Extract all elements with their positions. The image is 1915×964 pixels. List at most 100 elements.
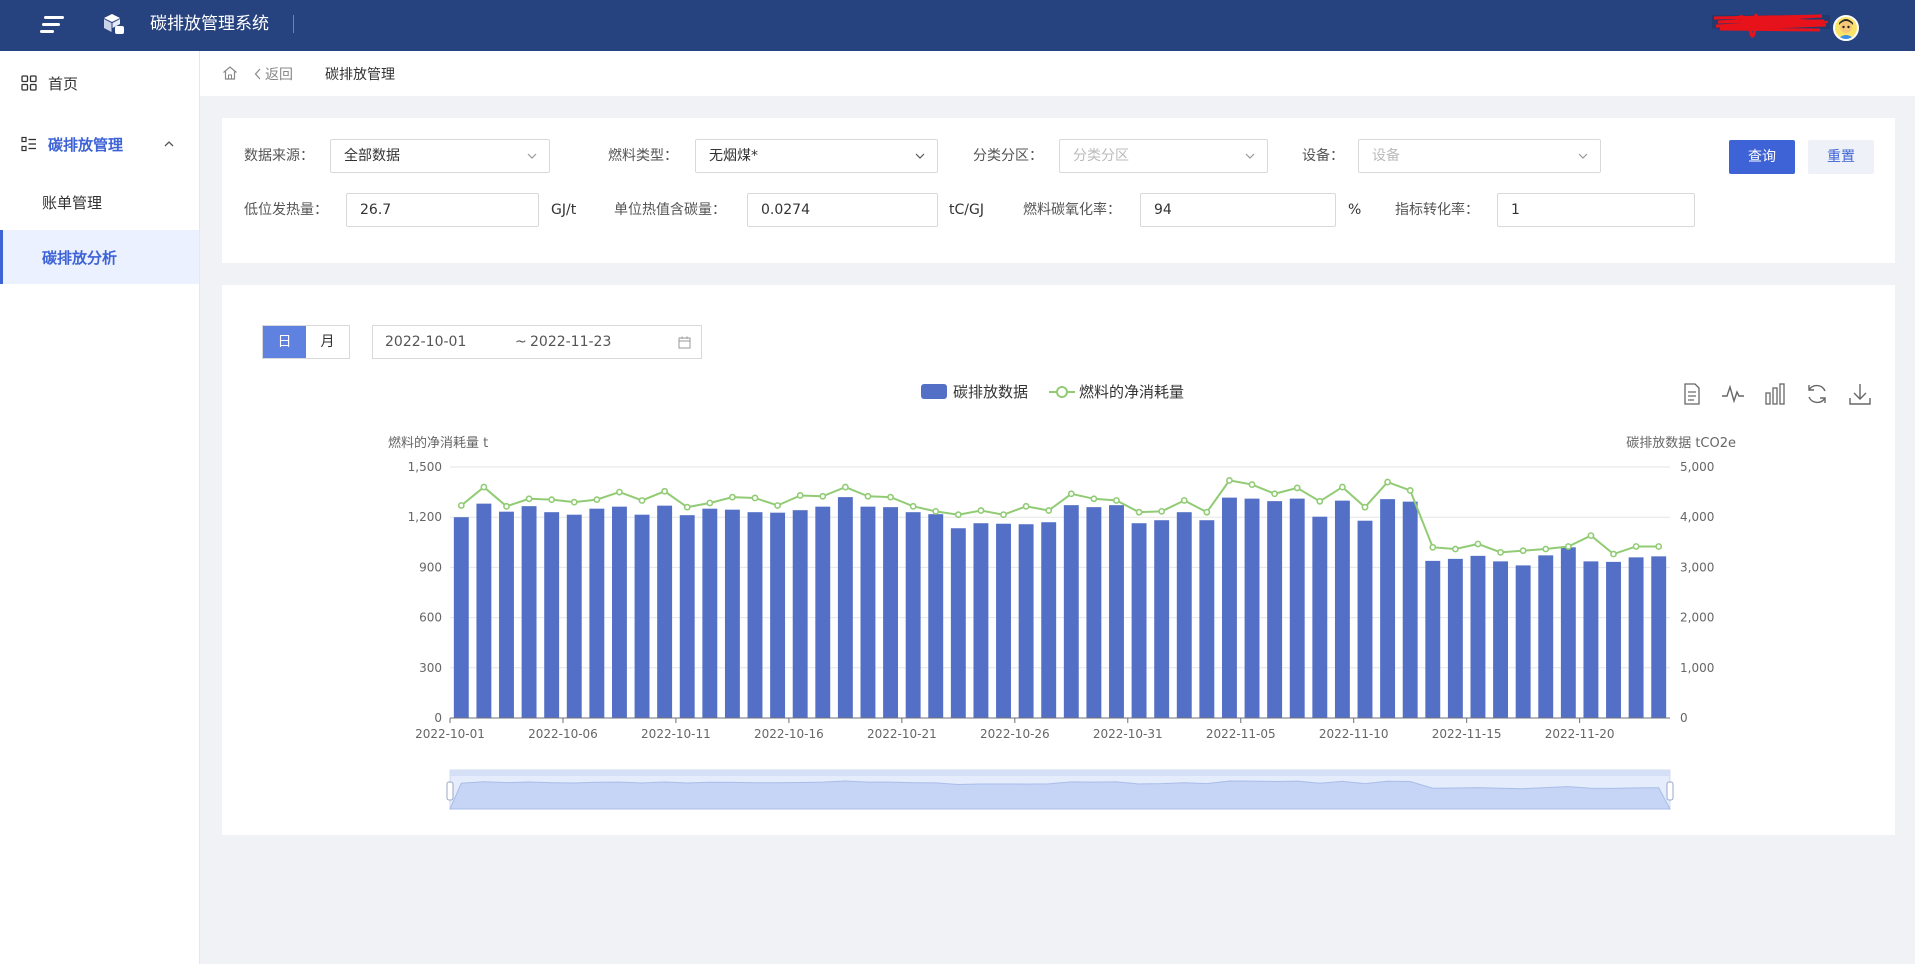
bar [1244, 498, 1260, 718]
line-point [1451, 545, 1459, 553]
sidebar-group-carbon[interactable]: 碳排放管理 [0, 117, 199, 171]
zone-select[interactable]: 分类分区 [1059, 139, 1268, 173]
sidebar-item-label: 首页 [48, 74, 79, 93]
x-tick-label: 2022-11-15 [1432, 727, 1502, 741]
line-point [1203, 508, 1211, 516]
line-point [887, 493, 894, 501]
y-left-tick-label: 300 [419, 661, 442, 675]
carbon-unit: tC/GJ [949, 202, 984, 218]
source-select-value: 全部数据 [344, 148, 400, 164]
bar [453, 517, 469, 718]
line-point [1339, 483, 1346, 491]
bar [521, 506, 537, 718]
bar [1018, 524, 1034, 718]
line-point [1226, 476, 1233, 484]
y-right-tick-label: 5,000 [1680, 460, 1714, 474]
bar [1267, 501, 1283, 718]
back-link[interactable]: 返回 [254, 64, 293, 84]
bar [1560, 547, 1576, 718]
reset-button[interactable]: 重置 [1808, 140, 1874, 174]
combo-chart: 0 0 300 1,000 600 2,000 900 3,000 1,200 4,000 1,50… [388, 435, 1736, 810]
lhv-input[interactable]: 26.7 [346, 193, 539, 227]
x-tick-label: 2022-10-16 [754, 727, 824, 741]
y-right-tick-label: 1,000 [1680, 661, 1714, 675]
line-point [570, 498, 578, 506]
menu-toggle-icon[interactable] [40, 14, 66, 36]
bar [1651, 556, 1667, 718]
line-point [683, 503, 691, 511]
carbon-input[interactable]: 0.0274 [747, 193, 938, 227]
fuel-label: 燃料类型： [608, 148, 678, 164]
line-point [1000, 511, 1007, 519]
x-tick-label: 2022-10-01 [415, 727, 485, 741]
bar [1447, 558, 1463, 718]
bar [905, 512, 921, 718]
bar [792, 510, 808, 718]
sidebar-item-home[interactable]: 首页 [0, 56, 199, 110]
title-divider [293, 15, 294, 33]
oxidation-input[interactable]: 94 [1140, 193, 1336, 227]
line-point [819, 492, 827, 500]
redacted-username [1712, 13, 1830, 38]
bar [1425, 560, 1441, 718]
bar [611, 506, 627, 718]
grid-icon [21, 75, 37, 91]
line-point [1045, 507, 1053, 514]
bar [1289, 498, 1305, 718]
chevron-down-icon [1578, 153, 1588, 159]
sidebar-item-carbon-analysis[interactable]: 碳排放分析 [0, 230, 199, 284]
y-left-tick-label: 0 [434, 711, 442, 725]
oxidation-unit: % [1348, 202, 1362, 218]
home-icon[interactable] [222, 65, 238, 81]
chevron-down-icon [527, 153, 537, 159]
bar [996, 523, 1011, 718]
bar [1470, 555, 1486, 718]
line-point [1113, 497, 1120, 504]
bar [883, 507, 899, 718]
bar [1063, 505, 1079, 718]
y-right-tick-label: 0 [1680, 711, 1688, 725]
y-left-tick-label: 600 [419, 611, 442, 625]
line-point [1293, 484, 1301, 492]
y-right-tick-label: 3,000 [1680, 560, 1714, 574]
x-tick-label: 2022-11-05 [1206, 727, 1276, 741]
line-point [1384, 478, 1391, 486]
source-select[interactable]: 全部数据 [330, 139, 550, 173]
y-left-tick-label: 1,500 [408, 460, 442, 474]
bar [973, 523, 989, 718]
line-point [1090, 495, 1098, 503]
index-input[interactable]: 1 [1497, 193, 1695, 227]
line-point [1587, 532, 1595, 540]
x-tick-label: 2022-10-06 [528, 727, 598, 741]
sidebar-item-bills[interactable]: 账单管理 [0, 175, 199, 229]
line-point [706, 499, 714, 507]
line-point [616, 488, 623, 496]
bar [566, 514, 582, 718]
bar [747, 512, 763, 718]
bar [950, 528, 966, 718]
line-point [1271, 490, 1279, 498]
fuel-select[interactable]: 无烟煤* [695, 139, 938, 173]
bar [1380, 499, 1396, 718]
bar [702, 508, 718, 718]
zoom-left-handle[interactable] [446, 781, 454, 801]
bar [1515, 565, 1531, 718]
line-point [864, 492, 872, 500]
user-avatar[interactable] [1833, 15, 1859, 41]
x-tick-label: 2022-10-31 [1093, 727, 1163, 741]
zoom-right-handle[interactable] [1666, 781, 1674, 801]
line-point [457, 502, 465, 509]
y-left-tick-label: 1,200 [408, 510, 442, 524]
line-point [1519, 547, 1527, 555]
bar [1109, 505, 1124, 718]
line-point [1180, 497, 1188, 504]
device-select[interactable]: 设备 [1358, 139, 1601, 173]
lhv-label: 低位发热量： [244, 202, 328, 218]
bar [1176, 512, 1192, 718]
query-button[interactable]: 查询 [1729, 140, 1795, 174]
line-point [1429, 543, 1437, 551]
bar [724, 509, 740, 718]
index-label: 指标转化率： [1395, 202, 1479, 218]
carbon-label: 单位热值含碳量： [614, 202, 726, 218]
line-point [774, 502, 781, 509]
